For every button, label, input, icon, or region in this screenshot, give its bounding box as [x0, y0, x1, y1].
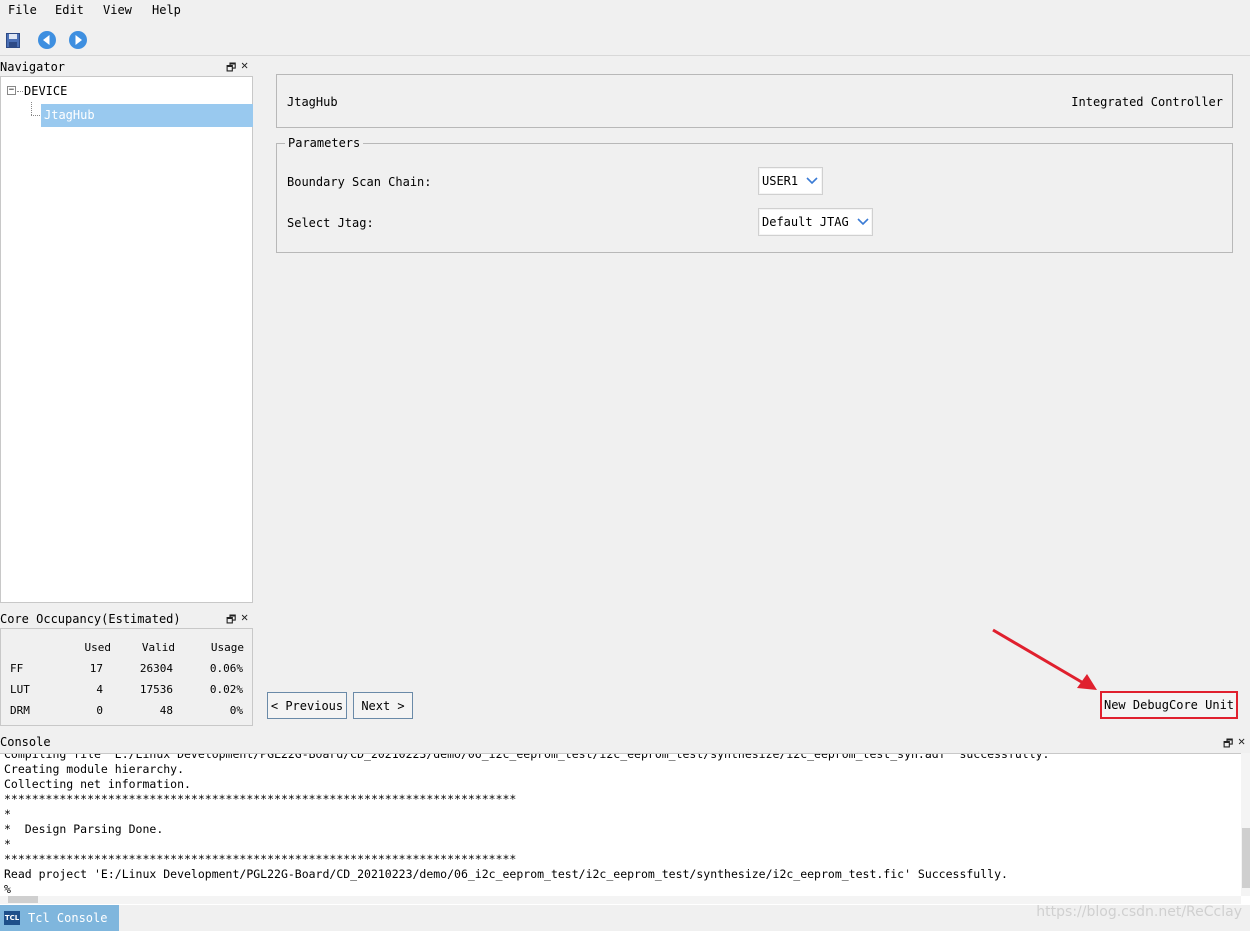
row-valid: 17536 — [139, 683, 173, 696]
tree-node-label: JtagHub — [44, 108, 95, 122]
scrollbar-thumb[interactable] — [8, 896, 38, 903]
close-icon[interactable]: ✕ — [1238, 734, 1245, 748]
next-button[interactable]: Next > — [353, 692, 413, 719]
console-line: Creating module hierarchy. — [4, 762, 185, 776]
row-usage: 0.06% — [209, 662, 243, 675]
menu-edit[interactable]: Edit — [55, 3, 84, 17]
navigator-title: Navigator — [0, 60, 66, 74]
tree-node-device[interactable]: DEVICE — [24, 84, 67, 98]
menu-file[interactable]: File — [8, 3, 37, 17]
select-jtag-value: Default JTAG — [762, 215, 849, 229]
occupancy-table: Used Valid Usage FF 17 26304 0.06% LUT 4… — [0, 628, 253, 726]
tab-tcl-console[interactable]: TCL Tcl Console — [0, 905, 119, 931]
console-title: Console — [0, 735, 51, 749]
menu-bar: File Edit View Help — [0, 0, 1250, 22]
hub-name: JtagHub — [287, 95, 338, 109]
console-output[interactable]: Compiling file 'E:/Linux Development/PGL… — [0, 753, 1250, 905]
console-line: * — [4, 837, 11, 851]
row-name: DRM — [10, 704, 30, 717]
boundary-scan-select[interactable]: USER1 — [758, 167, 823, 195]
row-valid: 48 — [159, 704, 173, 717]
row-usage: 0.02% — [209, 683, 243, 696]
new-debugcore-unit-button[interactable]: New DebugCore Unit — [1100, 691, 1238, 719]
previous-button[interactable]: < Previous — [267, 692, 347, 719]
forward-icon[interactable] — [68, 30, 88, 50]
console-line: ****************************************… — [4, 852, 517, 866]
tab-label: Tcl Console — [28, 911, 108, 925]
select-jtag-label: Select Jtag: — [287, 216, 374, 230]
row-used: 4 — [96, 683, 103, 696]
occupancy-title: Core Occupancy(Estimated) — [0, 612, 181, 626]
console-line: ****************************************… — [4, 792, 517, 806]
column-header-usage: Usage — [210, 641, 244, 654]
tree-node-jtaghub[interactable]: JtagHub — [41, 104, 253, 127]
watermark: https://blog.csdn.net/ReCclay — [1036, 904, 1242, 920]
select-jtag-select[interactable]: Default JTAG — [758, 208, 873, 236]
restore-icon[interactable]: 🗗 — [1223, 735, 1233, 754]
console-horizontal-scrollbar[interactable] — [0, 896, 1241, 904]
toolbar — [0, 26, 1250, 54]
menu-help[interactable]: Help — [152, 3, 181, 17]
row-valid: 26304 — [139, 662, 173, 675]
toolbar-divider — [0, 55, 1250, 56]
annotation-arrow — [992, 628, 1097, 690]
chevron-down-icon — [857, 216, 869, 229]
column-header-used: Used — [84, 641, 112, 654]
parameters-group: Boundary Scan Chain: Select Jtag: — [276, 143, 1233, 253]
scrollbar-thumb[interactable] — [1242, 828, 1250, 888]
row-usage: 0% — [229, 704, 243, 717]
column-header-valid: Valid — [141, 641, 175, 654]
close-icon[interactable]: ✕ — [241, 58, 248, 72]
collapse-icon[interactable]: − — [7, 86, 16, 95]
jtaghub-header: JtagHub Integrated Controller — [276, 74, 1233, 128]
navigator-tree: − DEVICE JtagHub — [0, 76, 253, 603]
console-line: * — [4, 807, 11, 821]
boundary-scan-value: USER1 — [762, 174, 799, 188]
console-line: % — [4, 882, 11, 896]
back-icon[interactable] — [37, 30, 57, 50]
hub-type: Integrated Controller — [1071, 95, 1223, 109]
save-icon[interactable] — [3, 30, 23, 50]
tcl-icon: TCL — [4, 911, 20, 925]
console-line: Read project 'E:/Linux Development/PGL22… — [4, 867, 1008, 881]
console-line: Collecting net information. — [4, 777, 191, 791]
row-used: 17 — [89, 662, 103, 675]
chevron-down-icon — [806, 175, 818, 188]
row-name: LUT — [10, 683, 30, 696]
row-name: FF — [10, 662, 24, 675]
parameters-legend: Parameters — [285, 136, 364, 150]
menu-view[interactable]: View — [103, 3, 132, 17]
close-icon[interactable]: ✕ — [241, 610, 248, 624]
console-line: Compiling file 'E:/Linux Development/PGL… — [4, 753, 1050, 761]
row-used: 0 — [96, 704, 103, 717]
boundary-scan-label: Boundary Scan Chain: — [287, 175, 432, 189]
console-line: * Design Parsing Done. — [4, 822, 164, 836]
